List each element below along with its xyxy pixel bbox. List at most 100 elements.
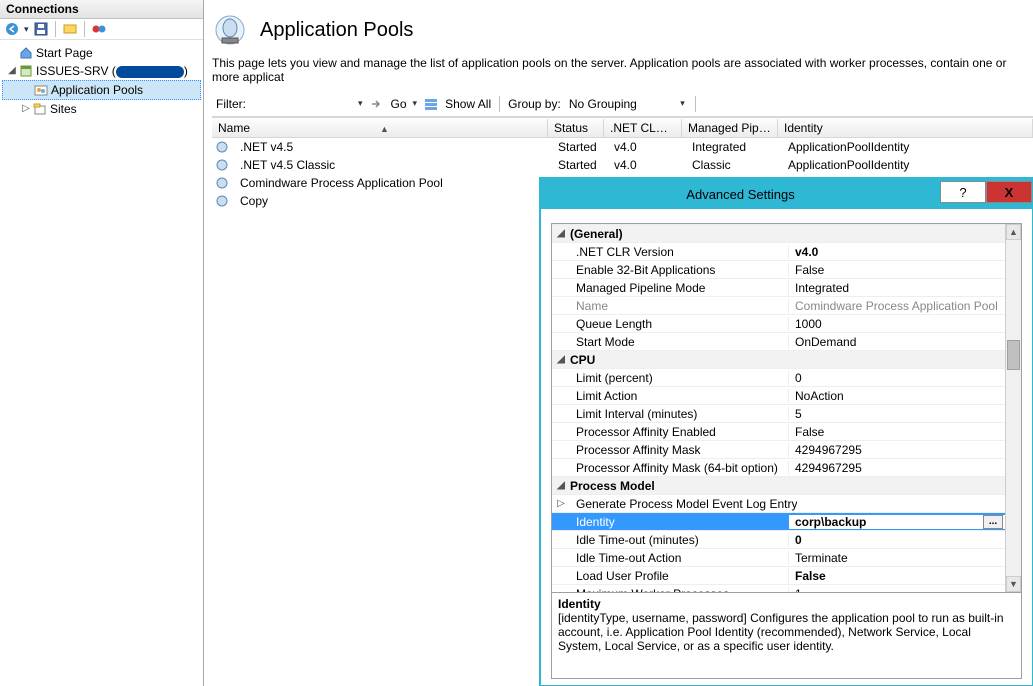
prop-row[interactable]: ▷ Generate Process Model Event Log Entry — [552, 494, 1005, 512]
prop-row[interactable]: Enable 32-Bit Applications False — [552, 260, 1005, 278]
property-description-title: Identity — [558, 597, 1015, 611]
prop-label: Processor Affinity Mask (64-bit option) — [570, 461, 788, 475]
tree-app-pools[interactable]: Application Pools — [2, 80, 201, 100]
stop-icon[interactable] — [91, 21, 107, 37]
filter-input[interactable] — [252, 95, 352, 112]
tree-server[interactable]: ◢ ISSUES-SRV () — [2, 62, 201, 80]
cell-status: Started — [552, 157, 608, 173]
prop-label: Name — [570, 299, 788, 313]
prop-row[interactable]: Processor Affinity Mask (64-bit option) … — [552, 458, 1005, 476]
property-grid-scrollbar[interactable]: ▲ ▼ — [1005, 224, 1021, 592]
prop-value[interactable]: Terminate — [788, 551, 1005, 565]
prop-value[interactable]: False — [788, 569, 1005, 583]
filter-bar: Filter: ▾ Go ▾ Show All Group by: No Gro… — [212, 92, 1033, 117]
tree-start-page[interactable]: Start Page — [2, 44, 201, 62]
prop-value[interactable]: NoAction — [788, 389, 1005, 403]
filter-dropdown[interactable]: ▾ — [358, 98, 363, 109]
go-icon[interactable] — [369, 96, 385, 112]
close-button[interactable]: X — [986, 181, 1032, 203]
prop-row[interactable]: Queue Length 1000 — [552, 314, 1005, 332]
prop-row[interactable]: Managed Pipeline Mode Integrated — [552, 278, 1005, 296]
collapse-icon[interactable]: ◢ — [552, 228, 570, 239]
expand-icon[interactable]: ▷ — [20, 100, 32, 118]
collapse-icon[interactable]: ◢ — [552, 354, 570, 365]
cell-identity: ApplicationPoolIdentity — [782, 139, 1033, 155]
prop-row[interactable]: Processor Affinity Mask 4294967295 — [552, 440, 1005, 458]
connections-toolbar: ▾ — [0, 19, 203, 40]
category-process-model[interactable]: ◢ Process Model — [552, 476, 1005, 494]
scroll-down-button[interactable]: ▼ — [1006, 576, 1021, 592]
history-dropdown[interactable]: ▾ — [24, 24, 29, 35]
prop-row[interactable]: Maximum Worker Processes 1 — [552, 584, 1005, 592]
col-clr[interactable]: .NET CLR V... — [604, 119, 682, 137]
scroll-track[interactable] — [1006, 240, 1021, 576]
col-identity[interactable]: Identity — [778, 119, 1033, 137]
prop-row[interactable]: Load User Profile False — [552, 566, 1005, 584]
group-by-combo[interactable]: No Grouping ▾ — [567, 97, 687, 111]
scroll-thumb[interactable] — [1007, 340, 1020, 370]
prop-label: Idle Time-out (minutes) — [570, 533, 788, 547]
col-status[interactable]: Status — [548, 119, 604, 137]
grid-row[interactable]: .NET v4.5 Classic Started v4.0 Classic A… — [212, 156, 1033, 174]
category-label: Process Model — [570, 479, 788, 493]
prop-row[interactable]: Idle Time-out Action Terminate — [552, 548, 1005, 566]
prop-row[interactable]: Start Mode OnDemand — [552, 332, 1005, 350]
connect-icon[interactable] — [62, 21, 78, 37]
prop-row[interactable]: Limit (percent) 0 — [552, 368, 1005, 386]
collapse-icon[interactable]: ◢ — [552, 480, 570, 491]
back-icon[interactable] — [4, 21, 20, 37]
prop-value[interactable]: corp\backup ... — [788, 515, 1005, 529]
show-all-icon[interactable] — [423, 96, 439, 112]
prop-value[interactable]: Integrated — [788, 281, 1005, 295]
cell-status: Started — [552, 139, 608, 155]
tree-sites[interactable]: ▷ Sites — [2, 100, 201, 118]
prop-value[interactable]: 4294967295 — [788, 461, 1005, 475]
prop-value[interactable]: False — [788, 263, 1005, 277]
save-icon[interactable] — [33, 21, 49, 37]
prop-value: Comindware Process Application Pool — [788, 299, 1005, 313]
expand-icon[interactable]: ▷ — [552, 498, 570, 509]
tree-label: Application Pools — [51, 81, 143, 99]
prop-value[interactable]: OnDemand — [788, 335, 1005, 349]
prop-row[interactable]: Limit Action NoAction — [552, 386, 1005, 404]
dialog-titlebar[interactable]: Advanced Settings ? X — [541, 179, 1032, 209]
show-all-button[interactable]: Show All — [445, 97, 491, 111]
cell-clr: v4.0 — [608, 157, 686, 173]
prop-value[interactable]: False — [788, 425, 1005, 439]
home-icon — [18, 45, 34, 61]
pool-icon — [214, 139, 230, 155]
prop-label: Managed Pipeline Mode — [570, 281, 788, 295]
prop-row[interactable]: Limit Interval (minutes) 5 — [552, 404, 1005, 422]
collapse-icon[interactable]: ◢ — [6, 62, 18, 80]
server-icon — [18, 63, 34, 79]
scroll-up-button[interactable]: ▲ — [1006, 224, 1021, 240]
category-cpu[interactable]: ◢ CPU — [552, 350, 1005, 368]
go-button[interactable]: Go — [391, 97, 407, 111]
prop-row-identity[interactable]: Identity corp\backup ... — [552, 512, 1005, 530]
grid-row[interactable]: .NET v4.5 Started v4.0 Integrated Applic… — [212, 138, 1033, 156]
page-description: This page lets you view and manage the l… — [212, 56, 1033, 92]
help-button[interactable]: ? — [940, 181, 986, 203]
prop-row[interactable]: .NET CLR Version v4.0 — [552, 242, 1005, 260]
prop-value[interactable]: v4.0 — [788, 245, 1005, 259]
category-general[interactable]: ◢ (General) — [552, 224, 1005, 242]
pool-icon — [214, 157, 230, 173]
prop-value[interactable]: 5 — [788, 407, 1005, 421]
prop-value[interactable]: 0 — [788, 533, 1005, 547]
group-by-value: No Grouping — [569, 97, 637, 111]
prop-row[interactable]: Processor Affinity Enabled False — [552, 422, 1005, 440]
prop-label: Limit Interval (minutes) — [570, 407, 788, 421]
cell-identity: ApplicationPoolIdentity — [782, 157, 1033, 173]
ellipsis-button[interactable]: ... — [983, 515, 1003, 529]
prop-value[interactable]: 0 — [788, 371, 1005, 385]
prop-label: Enable 32-Bit Applications — [570, 263, 788, 277]
col-name[interactable]: Name▲ — [212, 119, 548, 137]
prop-value[interactable]: 1 — [788, 587, 1005, 593]
prop-label: Start Mode — [570, 335, 788, 349]
prop-value[interactable]: 4294967295 — [788, 443, 1005, 457]
prop-row[interactable]: Idle Time-out (minutes) 0 — [552, 530, 1005, 548]
prop-value[interactable]: 1000 — [788, 317, 1005, 331]
go-dropdown[interactable]: ▾ — [413, 98, 418, 109]
col-pipeline[interactable]: Managed Pipel... — [682, 119, 778, 137]
prop-label: Limit Action — [570, 389, 788, 403]
